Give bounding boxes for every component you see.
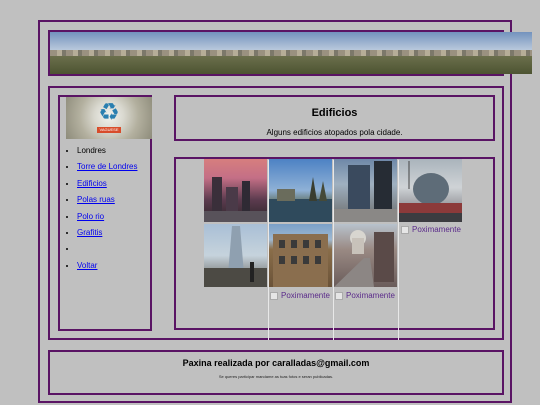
sidebar-link-edificios[interactable]: Edificios xyxy=(77,179,107,188)
placeholder-label: Poximamente xyxy=(412,225,461,234)
photo-buildings-sunset xyxy=(204,177,267,222)
gallery-photo[interactable] xyxy=(334,224,397,287)
gallery-photo[interactable] xyxy=(269,224,332,287)
broken-image-icon xyxy=(270,291,278,300)
placeholder-label: Poximamente xyxy=(346,291,395,300)
sidebar-item-polas-ruas[interactable]: Polas ruas xyxy=(77,195,137,211)
sidebar-item-empty xyxy=(77,244,137,260)
sidebar-item-edificios[interactable]: Edificios xyxy=(77,179,137,195)
broken-image-icon xyxy=(401,225,409,234)
sidebar-nav: Londres Torre de Londres Edificios Polas… xyxy=(66,146,137,277)
recycle-icon: ♻ xyxy=(98,99,120,126)
sidebar-item-londres: Londres xyxy=(77,146,137,162)
gallery-photo[interactable] xyxy=(204,159,267,222)
header-banner-image xyxy=(50,32,532,74)
photo-city-hall xyxy=(399,161,462,222)
page-subtitle: Alguns edificios atopados pola cidade. xyxy=(266,128,403,137)
broken-image-placeholder: Poximamente xyxy=(335,291,395,300)
sidebar-link-grafitis[interactable]: Grafitis xyxy=(77,228,102,237)
page-title: Edificios xyxy=(311,107,358,119)
sidebar-item-voltar[interactable]: Voltar xyxy=(77,261,137,277)
gallery-photo[interactable] xyxy=(269,159,332,222)
gallery-photo[interactable] xyxy=(334,159,397,222)
sidebar-link-voltar[interactable]: Voltar xyxy=(77,261,97,270)
photo-glass-tower xyxy=(334,161,397,222)
logo-tag: VAGUESE xyxy=(97,127,121,133)
gallery-photo[interactable] xyxy=(399,159,462,222)
photo-shard-tower xyxy=(204,226,267,287)
photo-brick-building xyxy=(273,234,328,287)
photo-river-trees xyxy=(269,177,332,222)
sidebar-item-torre[interactable]: Torre de Londres xyxy=(77,162,137,178)
broken-image-icon xyxy=(335,291,343,300)
footer-credit: Paxina realizada por caralladas@gmail.co… xyxy=(182,358,370,368)
banner-field xyxy=(50,56,532,74)
broken-image-placeholder: Poximamente xyxy=(401,225,461,234)
sidebar-link-torre-de-londres[interactable]: Torre de Londres xyxy=(77,162,137,171)
sidebar-item-polo-rio[interactable]: Polo rio xyxy=(77,212,137,228)
gallery-photo[interactable] xyxy=(204,224,267,287)
site-logo: ♻ VAGUESE xyxy=(66,97,152,139)
page-title-box: Edificios Alguns edificios atopados pola… xyxy=(174,95,495,141)
sidebar-item-grafitis[interactable]: Grafitis xyxy=(77,228,137,244)
placeholder-label: Poximamente xyxy=(281,291,330,300)
sidebar-item-label: Londres xyxy=(77,146,106,155)
banner-sky xyxy=(50,32,532,50)
broken-image-placeholder: Poximamente xyxy=(270,291,330,300)
sidebar-link-polas-ruas[interactable]: Polas ruas xyxy=(77,195,115,204)
footer-note: Se queres participar mandame as tuas fot… xyxy=(218,374,334,379)
photo-st-pauls xyxy=(334,230,394,287)
sidebar-link-polo-rio[interactable]: Polo rio xyxy=(77,212,104,221)
footer: Paxina realizada por caralladas@gmail.co… xyxy=(48,350,504,395)
